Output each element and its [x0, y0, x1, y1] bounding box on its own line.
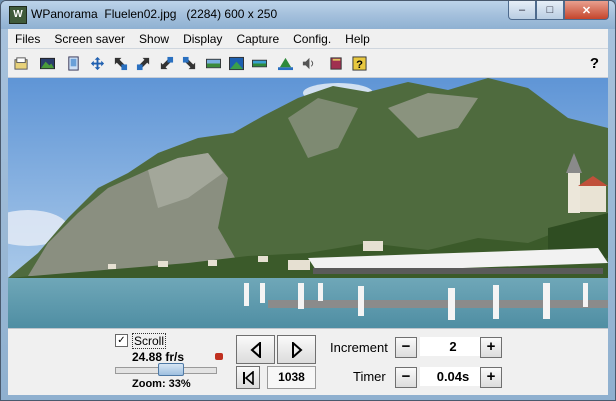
previous-button[interactable] — [236, 335, 275, 364]
page-icon[interactable] — [62, 52, 85, 75]
timer-value[interactable]: 0.04s — [420, 367, 486, 386]
maximize-button[interactable]: □ — [536, 1, 564, 20]
landscape-image-icon[interactable] — [36, 52, 59, 75]
open-folder-icon[interactable] — [10, 52, 33, 75]
panorama-blue-icon[interactable] — [225, 52, 248, 75]
title-bar[interactable]: W WPanorama Fluelen02.jpg (2284) 600 x 2… — [1, 1, 615, 29]
zoom-level: Zoom: 33% — [132, 378, 191, 390]
panorama-strip-icon[interactable] — [248, 52, 271, 75]
help-button[interactable]: ? — [583, 52, 606, 75]
zoom-slider-thumb[interactable] — [158, 363, 184, 376]
speaker-icon[interactable] — [215, 353, 223, 360]
timer-label: Timer — [353, 369, 386, 384]
toolbar: ? ? — [8, 49, 608, 78]
menu-show[interactable]: Show — [132, 32, 176, 46]
speaker-icon[interactable] — [297, 52, 320, 75]
increment-plus-button[interactable]: + — [480, 337, 502, 358]
menu-files[interactable]: Files — [8, 32, 47, 46]
book-icon[interactable] — [325, 52, 348, 75]
increment-minus-button[interactable]: − — [395, 337, 417, 358]
increment-value[interactable]: 2 — [420, 337, 486, 356]
first-frame-button[interactable] — [236, 366, 260, 389]
menu-capture[interactable]: Capture — [229, 32, 286, 46]
scroll-checkbox[interactable]: ✓ — [115, 334, 128, 347]
menu-config[interactable]: Config. — [286, 32, 338, 46]
arrow-down-left-icon[interactable] — [155, 52, 178, 75]
frame-number: 1038 — [267, 366, 316, 389]
increment-label: Increment — [330, 340, 388, 355]
move-icon[interactable] — [86, 52, 109, 75]
arrow-up-right-icon[interactable] — [132, 52, 155, 75]
menu-help[interactable]: Help — [338, 32, 377, 46]
menu-bar: Files Screen saver Show Display Capture … — [8, 29, 608, 49]
playback-controls: ✓ Scroll 24.88 fr/s Zoom: 33% 1038 Incre… — [8, 328, 608, 395]
scroll-label[interactable]: Scroll — [132, 333, 167, 349]
minimize-button[interactable]: – — [508, 1, 536, 20]
mountain-icon[interactable] — [274, 52, 297, 75]
window-title: WPanorama Fluelen02.jpg (2284) 600 x 250 — [31, 7, 278, 21]
panorama-icon[interactable] — [202, 52, 225, 75]
panorama-app-icon[interactable]: W — [9, 6, 27, 24]
triangle-left-icon — [249, 341, 261, 358]
menu-display[interactable]: Display — [176, 32, 229, 46]
timer-plus-button[interactable]: + — [480, 367, 502, 388]
next-button[interactable] — [277, 335, 316, 364]
close-button[interactable]: ✕ — [564, 1, 609, 20]
triangle-right-icon — [291, 341, 303, 358]
timer-minus-button[interactable]: − — [395, 367, 417, 388]
app-window: W WPanorama Fluelen02.jpg (2284) 600 x 2… — [0, 0, 616, 401]
lake-panorama-image — [8, 78, 608, 328]
menu-screen-saver[interactable]: Screen saver — [47, 32, 132, 46]
svg-text:?: ? — [356, 59, 363, 71]
caption-buttons: – □ ✕ — [508, 1, 609, 21]
help-info-icon[interactable]: ? — [348, 52, 371, 75]
frame-rate: 24.88 fr/s — [132, 350, 185, 364]
skip-to-start-icon — [243, 370, 254, 385]
arrow-down-right-icon[interactable] — [178, 52, 201, 75]
arrow-up-left-icon[interactable] — [109, 52, 132, 75]
